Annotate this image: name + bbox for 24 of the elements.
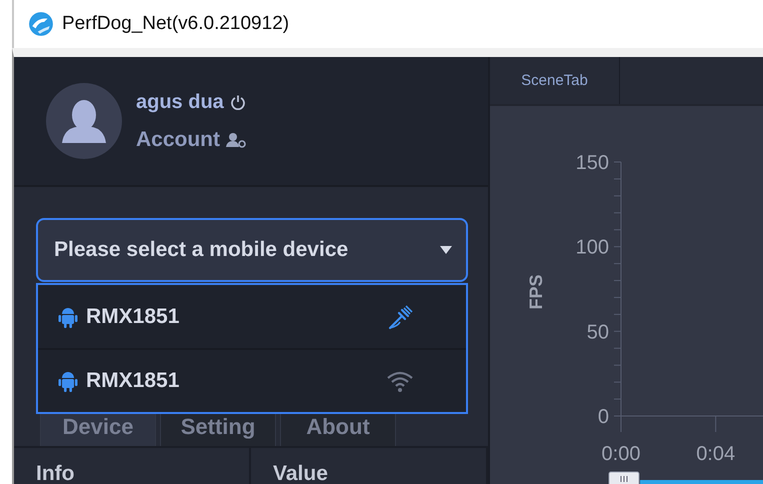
column-header: Info — [14, 448, 251, 484]
user-settings-icon[interactable] — [226, 132, 246, 148]
app-logo-icon — [28, 11, 54, 37]
x-tick-label: 0:04 — [696, 443, 736, 465]
account-link[interactable]: Account — [136, 128, 220, 152]
device-option[interactable]: RMX1851 — [38, 285, 466, 350]
android-icon — [58, 370, 78, 392]
column-header: Value — [251, 448, 488, 484]
android-icon — [58, 306, 78, 328]
y-tick-label: 0 — [598, 406, 609, 428]
power-icon[interactable] — [230, 94, 246, 110]
wifi-icon — [386, 370, 414, 392]
user-name: agus dua — [136, 90, 224, 114]
caret-icon — [440, 246, 452, 254]
y-tick-label: 150 — [576, 152, 609, 174]
window-title: PerfDog_Net(v6.0.210912) — [62, 13, 290, 35]
avatar-icon — [46, 83, 122, 159]
x-tick-label: 0:00 — [602, 443, 640, 465]
usb-cable-icon — [386, 304, 414, 330]
y-axis-label: FPS — [526, 274, 546, 310]
y-tick-label: 100 — [576, 236, 609, 259]
device-select[interactable]: Please select a mobile device — [36, 218, 468, 282]
y-tick-label: 50 — [586, 321, 609, 344]
range-slider[interactable] — [608, 472, 763, 484]
